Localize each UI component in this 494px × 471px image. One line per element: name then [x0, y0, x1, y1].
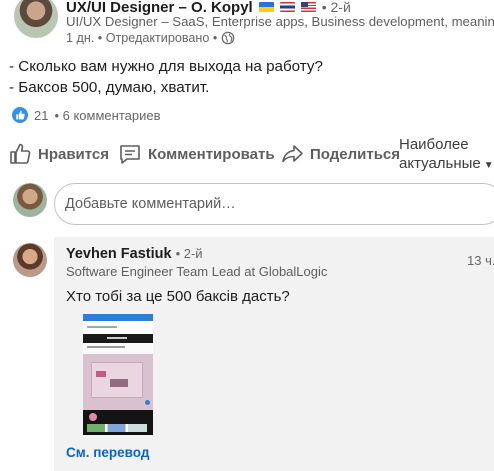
current-user-avatar[interactable] — [13, 183, 47, 217]
comment-card: Yevhen Fastiuk • 2-й 13 ч. Software Engi… — [54, 237, 494, 471]
post-body: - Сколько вам нужно для выхода на работу… — [9, 56, 323, 98]
comment-timestamp: 13 ч. — [467, 253, 494, 268]
share-button[interactable]: Поделиться — [280, 142, 400, 166]
see-translation-link[interactable]: См. перевод — [66, 445, 149, 460]
screenshot-window — [91, 362, 143, 398]
reactions-summary[interactable]: 21 • 6 комментариев — [12, 107, 161, 123]
thailand-flag-icon — [279, 2, 295, 12]
commenter-name[interactable]: Yevhen Fastiuk — [66, 246, 172, 262]
reactions-count[interactable]: 21 — [34, 108, 48, 123]
comment-icon — [120, 145, 140, 164]
post-text-line: - Баксов 500, думаю, хватит. — [9, 79, 210, 96]
sort-label-line2: актуальные — [399, 155, 481, 172]
globe-icon — [221, 31, 235, 45]
thumbs-up-icon — [10, 143, 31, 164]
screenshot-search-bar — [83, 321, 153, 334]
post-author-degree: • 2-й — [321, 0, 351, 15]
usa-flag-icon — [300, 2, 316, 12]
post-action-bar: Нравится Комментировать Поделиться Наибо… — [8, 135, 494, 173]
screenshot-top-bar — [83, 314, 153, 321]
commenter-degree: • 2-й — [175, 246, 203, 261]
sort-comments-dropdown[interactable]: Наиболее актуальные ▼ — [399, 135, 494, 175]
post-meta: 1 дн. • Отредактировано • — [66, 31, 235, 45]
share-arrow-icon — [282, 145, 303, 163]
commenter-avatar[interactable] — [13, 243, 47, 277]
post-meta-text: 1 дн. • Отредактировано • — [66, 31, 218, 45]
comment-text: Хто тобі за це 500 баксів дасть? — [66, 288, 290, 305]
commenter-headline: Software Engineer Team Lead at GlobalLog… — [66, 264, 328, 279]
screenshot-nav-bar — [83, 334, 153, 343]
caret-down-icon: ▼ — [483, 160, 494, 171]
post-text-line: - Сколько вам нужно для выхода на работу… — [9, 58, 323, 75]
like-button[interactable]: Нравится — [8, 142, 109, 166]
screenshot-card — [83, 343, 153, 354]
sort-label-line2-wrap: актуальные ▼ — [399, 154, 494, 175]
commenter-name-line: Yevhen Fastiuk • 2-й — [66, 246, 203, 262]
screenshot-dot — [145, 400, 150, 405]
add-comment-input[interactable] — [54, 183, 494, 225]
sort-label-line1: Наиболее — [399, 136, 469, 153]
comment-button[interactable]: Комментировать — [118, 142, 275, 166]
comment-button-label: Комментировать — [148, 145, 275, 163]
comments-count[interactable]: • 6 комментариев — [54, 108, 160, 123]
screenshot-bottom-bar — [83, 410, 153, 435]
ukraine-flag-icon — [258, 2, 274, 12]
share-button-label: Поделиться — [310, 145, 401, 163]
post-author-headline: UI/UX Designer – SaaS, Enterprise apps, … — [66, 14, 494, 29]
comment-attached-screenshot[interactable] — [83, 314, 153, 435]
like-reaction-icon — [12, 107, 28, 123]
like-button-label: Нравится — [38, 145, 110, 163]
post-author-avatar[interactable] — [14, 0, 58, 38]
